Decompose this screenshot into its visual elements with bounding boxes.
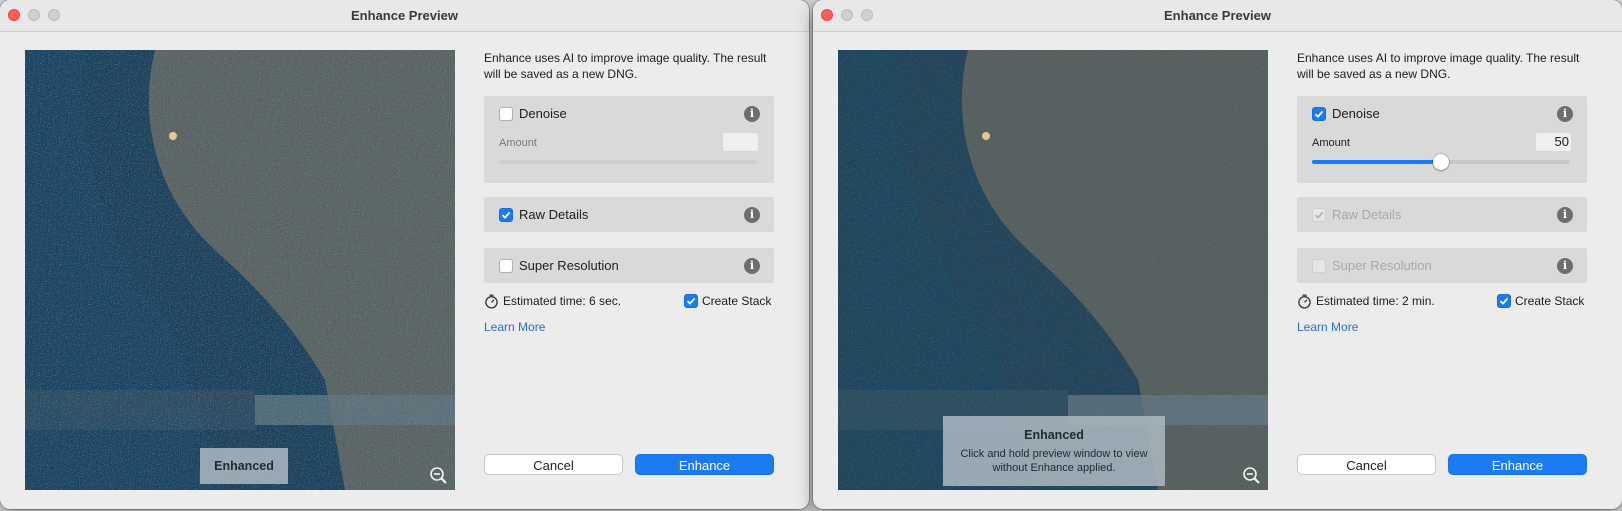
cancel-button[interactable]: Cancel	[1297, 454, 1436, 475]
amount-slider-fill	[1312, 160, 1441, 164]
info-icon[interactable]: i	[744, 207, 760, 223]
enhance-options-panel: Enhance uses AI to improve image quality…	[484, 50, 789, 475]
info-icon[interactable]: i	[744, 258, 760, 274]
raw-details-label: Raw Details	[1332, 207, 1402, 222]
amount-label: Amount	[499, 137, 537, 149]
checkmark-icon	[1314, 110, 1324, 118]
create-stack-label: Create Stack	[1515, 294, 1585, 308]
info-icon[interactable]: i	[1557, 207, 1573, 223]
create-stack-checkbox[interactable]	[684, 294, 698, 308]
super-resolution-section: Super Resolution i	[484, 248, 774, 283]
enhance-preview-window-left: Enhance Preview Enhanced Enhance uses AI…	[0, 0, 809, 509]
preview-image[interactable]: Enhanced	[25, 50, 455, 490]
amount-slider[interactable]	[1312, 154, 1570, 170]
estimated-time-row: Estimated time: 2 min. Create Stack	[1297, 293, 1587, 311]
denoise-label: Denoise	[1332, 106, 1380, 121]
denoise-section: Denoise i Amount	[484, 96, 774, 183]
super-resolution-section: Super Resolution i	[1297, 248, 1587, 283]
cancel-button[interactable]: Cancel	[484, 454, 623, 475]
super-resolution-checkbox[interactable]	[1312, 259, 1326, 273]
raw-details-checkbox[interactable]	[499, 208, 513, 222]
info-icon[interactable]: i	[1557, 258, 1573, 274]
preview-photo	[25, 50, 455, 490]
enhanced-badge-hint: Click and hold preview window to view wi…	[960, 448, 1148, 474]
amount-field[interactable]: 50	[1536, 133, 1571, 151]
info-icon[interactable]: i	[1557, 106, 1573, 122]
create-stack-label: Create Stack	[702, 294, 772, 308]
description-text: Enhance uses AI to improve image quality…	[484, 51, 767, 81]
zoom-out-icon[interactable]	[429, 466, 449, 486]
denoise-label: Denoise	[519, 106, 567, 121]
checkmark-icon	[501, 211, 511, 219]
denoise-checkbox[interactable]	[1312, 107, 1326, 121]
amount-slider-thumb[interactable]	[1433, 154, 1449, 170]
create-stack-checkbox[interactable]	[1497, 294, 1511, 308]
checkmark-icon	[686, 297, 696, 305]
raw-details-checkbox[interactable]	[1312, 208, 1326, 222]
enhance-options-panel: Enhance uses AI to improve image quality…	[1297, 50, 1602, 475]
preview-image[interactable]: Enhanced Click and hold preview window t…	[838, 50, 1268, 490]
timer-icon	[1298, 294, 1311, 309]
window-title: Enhance Preview	[351, 8, 458, 23]
learn-more-link[interactable]: Learn More	[1297, 320, 1358, 334]
learn-more-link[interactable]: Learn More	[484, 320, 545, 334]
amount-label: Amount	[1312, 137, 1350, 149]
info-icon[interactable]: i	[744, 106, 760, 122]
amount-slider[interactable]	[499, 160, 757, 164]
enhance-button[interactable]: Enhance	[635, 454, 774, 475]
enhance-button[interactable]: Enhance	[1448, 454, 1587, 475]
enhance-preview-window-right: Enhance Preview Enhanced Click and hold …	[813, 0, 1622, 509]
description-text: Enhance uses AI to improve image quality…	[1297, 51, 1580, 81]
zoom-out-icon[interactable]	[1242, 466, 1262, 486]
timer-icon	[485, 294, 498, 309]
estimated-time-text: Estimated time: 2 min.	[1316, 294, 1435, 308]
denoise-section: Denoise i Amount 50	[1297, 96, 1587, 183]
raw-details-section: Raw Details i	[1297, 197, 1587, 232]
super-resolution-label: Super Resolution	[519, 258, 619, 273]
enhanced-badge: Enhanced Click and hold preview window t…	[943, 416, 1165, 486]
checkmark-icon	[1314, 211, 1324, 219]
estimated-time-row: Estimated time: 6 sec. Create Stack	[484, 293, 774, 311]
enhanced-badge-title: Enhanced	[1024, 428, 1084, 442]
super-resolution-label: Super Resolution	[1332, 258, 1432, 273]
checkmark-icon	[1499, 297, 1509, 305]
estimated-time-text: Estimated time: 6 sec.	[503, 294, 622, 308]
titlebar: Enhance Preview	[813, 0, 1622, 32]
window-title: Enhance Preview	[1164, 8, 1271, 23]
denoise-checkbox[interactable]	[499, 107, 513, 121]
raw-details-label: Raw Details	[519, 207, 589, 222]
titlebar: Enhance Preview	[0, 0, 809, 32]
enhanced-badge: Enhanced	[200, 448, 288, 484]
raw-details-section: Raw Details i	[484, 197, 774, 232]
amount-field[interactable]	[723, 133, 758, 151]
super-resolution-checkbox[interactable]	[499, 259, 513, 273]
